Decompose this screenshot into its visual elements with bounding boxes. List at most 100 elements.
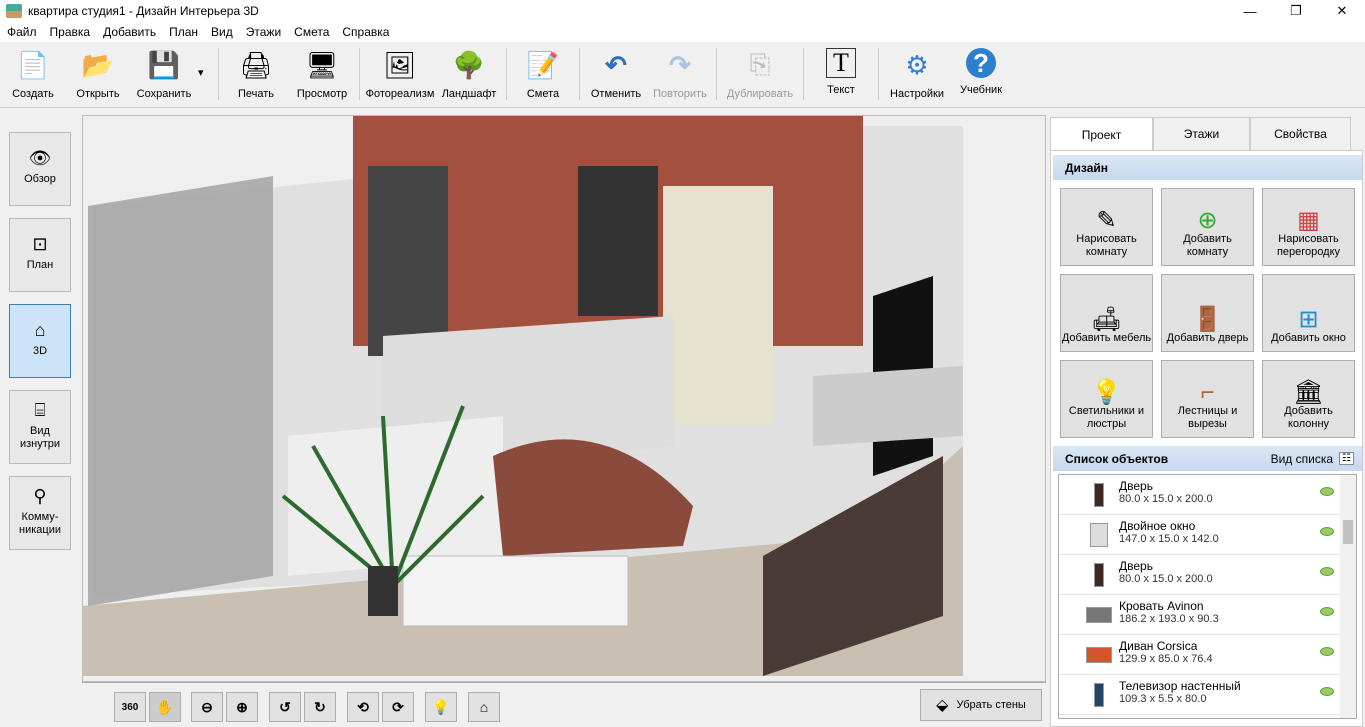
list-item[interactable]: Дверь 80.0 x 15.0 x 200.0	[1059, 555, 1356, 595]
stairs-icon: ⌐	[1200, 379, 1215, 406]
landscape-button[interactable]: 🌳 Ландшафт	[436, 42, 502, 108]
menu-help[interactable]: Справка	[342, 25, 389, 39]
duplicate-button[interactable]: ⎘ Дублировать	[721, 42, 799, 108]
app-icon	[6, 4, 22, 18]
list-item[interactable]: Двойное окно 147.0 x 15.0 x 142.0	[1059, 515, 1356, 555]
rotate-right-button[interactable]: ↻	[304, 692, 336, 722]
minimize-button[interactable]: —	[1227, 0, 1273, 22]
tab-properties[interactable]: Свойства	[1250, 117, 1351, 151]
list-item[interactable]: Дверь 80.0 x 15.0 x 200.0	[1059, 475, 1356, 515]
upper-cabinet	[578, 166, 658, 316]
remove-walls-button[interactable]: ⬙ Убрать стены	[920, 689, 1042, 721]
visibility-eye-icon[interactable]	[1320, 647, 1334, 656]
rotate-360-button[interactable]: 360	[114, 692, 146, 722]
sidebar-label: Обзор	[24, 173, 56, 185]
list-view-button[interactable]: Вид списка ☷	[1271, 452, 1354, 466]
list-view-label: Вид списка	[1270, 451, 1334, 466]
zoom-in-button[interactable]: ⊕	[226, 692, 258, 722]
light-bulb-button[interactable]: 💡	[425, 692, 457, 722]
undo-icon: ↶	[605, 49, 627, 80]
tab-project[interactable]: Проект	[1050, 117, 1153, 152]
sidebar-item-inside-view[interactable]: ⌸ Вид изнутри	[9, 390, 71, 464]
button-label: Добавить дверь	[1166, 332, 1249, 344]
maximize-button[interactable]: ❐	[1273, 0, 1319, 22]
preview-label: Просмотр	[296, 88, 348, 100]
new-button[interactable]: 📄 Создать	[0, 42, 66, 108]
visibility-eye-icon[interactable]	[1320, 687, 1334, 696]
text-button[interactable]: T Текст	[808, 42, 874, 108]
add-window-button[interactable]: ⊞ Добавить окно	[1262, 274, 1355, 352]
object-thumbnail	[1085, 601, 1113, 629]
print-button[interactable]: 🖨 Печать	[223, 42, 289, 108]
settings-button[interactable]: ⚙ Настройки	[883, 42, 951, 108]
menu-estimate[interactable]: Смета	[294, 25, 329, 39]
lamp-icon: 💡	[1091, 379, 1122, 406]
visibility-eye-icon[interactable]	[1320, 567, 1334, 576]
object-dimensions: 80.0 x 15.0 x 200.0	[1119, 493, 1213, 505]
scrollbar[interactable]	[1340, 475, 1356, 718]
objects-list: Дверь 80.0 x 15.0 x 200.0 Двойное окно 1…	[1058, 474, 1357, 719]
estimate-label: Смета	[526, 88, 560, 100]
open-button[interactable]: 📂 Открыть	[66, 42, 130, 108]
sidebar-item-plan[interactable]: ⊡ План	[9, 218, 71, 292]
estimate-button[interactable]: 📝 Смета	[511, 42, 575, 108]
tilt-down-button[interactable]: ⟳	[382, 692, 414, 722]
object-thumbnail	[1085, 481, 1113, 509]
visibility-eye-icon[interactable]	[1320, 607, 1334, 616]
design-title: Дизайн	[1065, 160, 1109, 175]
close-button[interactable]: ✕	[1319, 0, 1365, 22]
duplicate-label: Дублировать	[726, 88, 794, 100]
redo-button[interactable]: ↷ Повторить	[648, 42, 712, 108]
list-item[interactable]: Телевизор настенный 109.3 x 5.5 x 80.0	[1059, 675, 1356, 715]
radiator	[402, 555, 629, 627]
add-room-button[interactable]: ⊕ Добавить комнату	[1161, 188, 1254, 266]
list-item[interactable]: Кровать Avinon 186.2 x 193.0 x 90.3	[1059, 595, 1356, 635]
object-thumbnail	[1085, 521, 1113, 549]
tab-floors[interactable]: Этажи	[1153, 117, 1250, 151]
add-column-button[interactable]: 🏛 Добавить колонну	[1262, 360, 1355, 438]
list-item[interactable]: Диван Corsica 129.9 x 85.0 x 76.4	[1059, 635, 1356, 675]
add-door-button[interactable]: 🚪 Добавить дверь	[1161, 274, 1254, 352]
pan-hand-button[interactable]: ✋	[149, 692, 181, 722]
home-view-button[interactable]: ⌂	[468, 692, 500, 722]
cube-walls-icon: ⬙	[936, 697, 949, 714]
column-icon: 🏛	[1293, 379, 1324, 406]
menu-edit[interactable]: Правка	[50, 25, 91, 39]
visibility-eye-icon[interactable]	[1320, 527, 1334, 536]
rotate-left-button[interactable]: ↺	[269, 692, 301, 722]
visibility-eye-icon[interactable]	[1320, 487, 1334, 496]
scrollbar-thumb[interactable]	[1343, 520, 1353, 544]
objects-title: Список объектов	[1065, 451, 1169, 466]
sidebar-label: 3D	[32, 345, 48, 357]
draw-room-button[interactable]: ✎ Нарисовать комнату	[1060, 188, 1153, 266]
new-file-icon: 📄	[16, 49, 50, 80]
add-furniture-button[interactable]: 🛋 Добавить мебель	[1060, 274, 1153, 352]
redo-icon: ↷	[669, 49, 691, 80]
menu-floors[interactable]: Этажи	[246, 25, 281, 39]
preview-button[interactable]: 🖥 Просмотр	[289, 42, 355, 108]
separator	[579, 48, 580, 100]
menu-view[interactable]: Вид	[211, 25, 233, 39]
lights-button[interactable]: 💡 Светильники и люстры	[1060, 360, 1153, 438]
project-panel: Дизайн ✎ Нарисовать комнату ⊕ Добавить ком…	[1050, 150, 1363, 727]
save-dropdown-arrow[interactable]: ▾	[198, 42, 214, 79]
duplicate-icon: ⎘	[749, 49, 771, 79]
menu-plan[interactable]: План	[169, 25, 198, 39]
folder-icon: 📂	[81, 49, 115, 80]
sidebar-item-3d[interactable]: ⌂ 3D	[9, 304, 71, 378]
3d-viewport[interactable]	[82, 115, 1046, 682]
undo-button[interactable]: ↶ Отменить	[584, 42, 648, 108]
photorealism-button[interactable]: 🖼 Фотореализм	[364, 42, 436, 108]
tutorial-button[interactable]: ? Учебник	[951, 42, 1011, 108]
sidebar-item-overview[interactable]: 👁 Обзор	[9, 132, 71, 206]
objects-section-header: Список объектов Вид списка ☷	[1053, 446, 1362, 471]
stairs-button[interactable]: ⌐ Лестницы и вырезы	[1161, 360, 1254, 438]
sidebar-item-utilities[interactable]: ⚲ Комму-никации	[9, 476, 71, 550]
tilt-up-button[interactable]: ⟲	[347, 692, 379, 722]
save-button[interactable]: 💾 Сохранить	[130, 42, 198, 108]
menu-file[interactable]: Файл	[7, 25, 37, 39]
zoom-out-button[interactable]: ⊖	[191, 692, 223, 722]
menu-add[interactable]: Добавить	[103, 25, 156, 39]
draw-partition-button[interactable]: ▦ Нарисовать перегородку	[1262, 188, 1355, 266]
photorealism-icon: 🖼	[383, 49, 417, 80]
